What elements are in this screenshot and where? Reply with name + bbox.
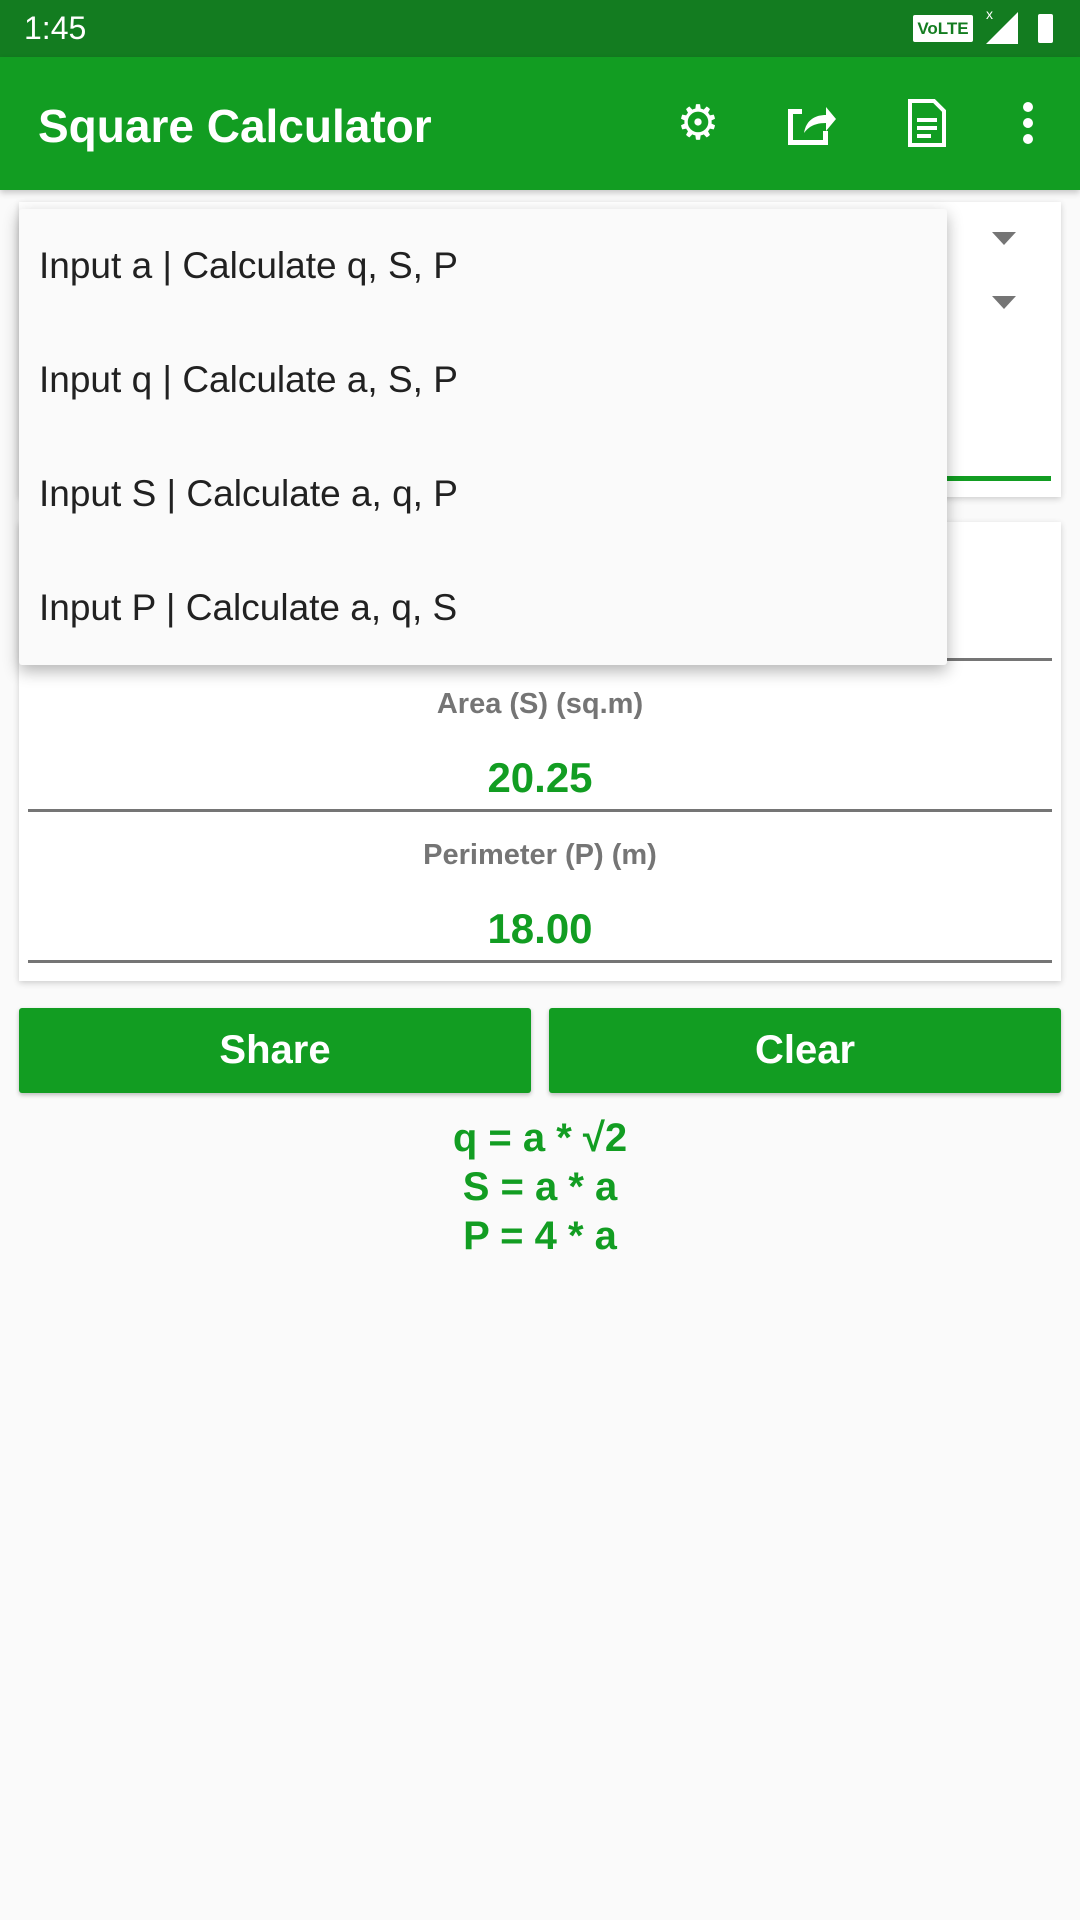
gear-icon[interactable]: ⚙ [670,95,726,151]
divider [28,809,1052,812]
menu-item-input-p[interactable]: Input P | Calculate a, q, S [19,551,947,665]
mode-spinner-arrow-icon[interactable] [992,232,1016,245]
clear-button[interactable]: Clear [549,1008,1061,1093]
perimeter-label: Perimeter (P) (m) [423,839,657,871]
volte-icon: VoLTE [913,15,973,42]
unit-spinner-arrow-icon[interactable] [992,296,1016,309]
area-value: 20.25 [487,754,593,801]
app-title: Square Calculator [38,100,432,152]
formula-diagonal: q = a * √2 [452,1116,628,1160]
menu-item-input-s[interactable]: Input S | Calculate a, q, P [19,437,947,551]
status-time: 1:45 [24,10,87,46]
more-vert-icon[interactable] [1000,95,1056,151]
input-underline [947,476,1051,481]
area-label: Area (S) (sq.m) [436,688,644,720]
menu-item-input-a[interactable]: Input a | Calculate q, S, P [19,209,947,323]
share-button[interactable]: Share [19,1008,531,1093]
formula-area: S = a * a [462,1165,618,1209]
battery-icon [1038,14,1053,43]
signal-icon [986,12,1018,44]
document-icon[interactable] [899,95,955,151]
divider [28,960,1052,963]
share-icon[interactable] [782,95,838,151]
perimeter-value: 18.00 [487,905,593,952]
menu-item-input-q[interactable]: Input q | Calculate a, S, P [19,323,947,437]
status-bar: 1:45 VoLTE x [0,0,1080,57]
app-bar: Square Calculator ⚙ [0,57,1080,190]
formula-perimeter: P = 4 * a [463,1214,617,1258]
mode-dropdown-menu: Input a | Calculate q, S, P Input q | Ca… [19,209,947,665]
